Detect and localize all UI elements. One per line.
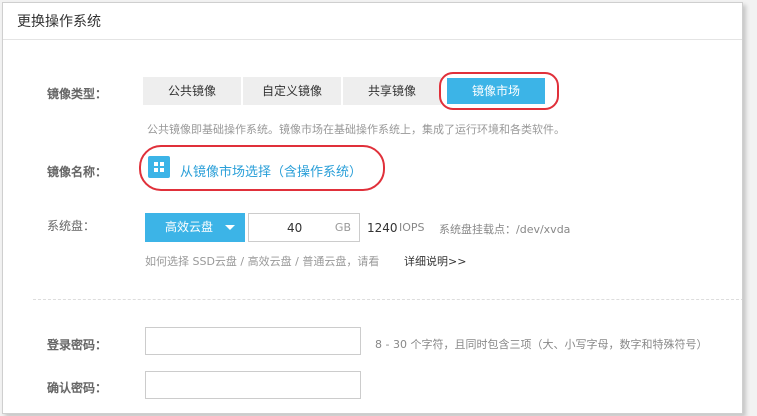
confirm-password-input[interactable] [145, 371, 361, 399]
tab-shared-image[interactable]: 共享镜像 [343, 77, 443, 105]
change-os-panel: 更换操作系统 镜像类型： 公共镜像 自定义镜像 共享镜像 镜像市场 公共镜像即基… [2, 2, 743, 414]
confirm-password-label: 确认密码： [47, 381, 108, 395]
iops-unit: IOPS [399, 221, 425, 234]
select-link-highlight [139, 145, 385, 191]
disk-type-value: 高效云盘 [165, 220, 214, 234]
mount-point-text: 系统盘挂载点：/dev/xvda [439, 223, 571, 236]
panel-header: 更换操作系统 [3, 3, 742, 40]
disk-type-dropdown[interactable]: 高效云盘 [145, 213, 245, 242]
section-divider [33, 299, 742, 300]
tab-custom-image[interactable]: 自定义镜像 [243, 77, 343, 105]
system-disk-label: 系统盘： [47, 219, 96, 233]
disk-size-input[interactable]: 40 GB [248, 213, 360, 242]
tab-public-image[interactable]: 公共镜像 [143, 77, 243, 105]
password-hint: 8 - 30 个字符，且同时包含三项（大、小写字母，数字和特殊符号） [375, 338, 708, 351]
disk-help-link[interactable]: 详细说明>> [404, 253, 466, 269]
disk-size-value: 40 [287, 221, 303, 235]
login-password-label: 登录密码： [47, 338, 108, 352]
page-title: 更换操作系统 [17, 14, 101, 30]
image-market-highlight [439, 72, 559, 110]
login-password-input[interactable] [145, 327, 361, 355]
image-type-description: 公共镜像即基础操作系统。镜像市场在基础操作系统上，集成了运行环境和各类软件。 [147, 123, 565, 136]
disk-help-text: 如何选择 SSD云盘 / 高效云盘 / 普通云盘，请看 [145, 255, 380, 268]
iops-value: 1240 [367, 221, 398, 235]
disk-size-unit: GB [334, 221, 351, 234]
image-type-label: 镜像类型： [47, 87, 108, 101]
image-name-label: 镜像名称： [47, 165, 108, 179]
caret-down-icon [225, 225, 235, 230]
